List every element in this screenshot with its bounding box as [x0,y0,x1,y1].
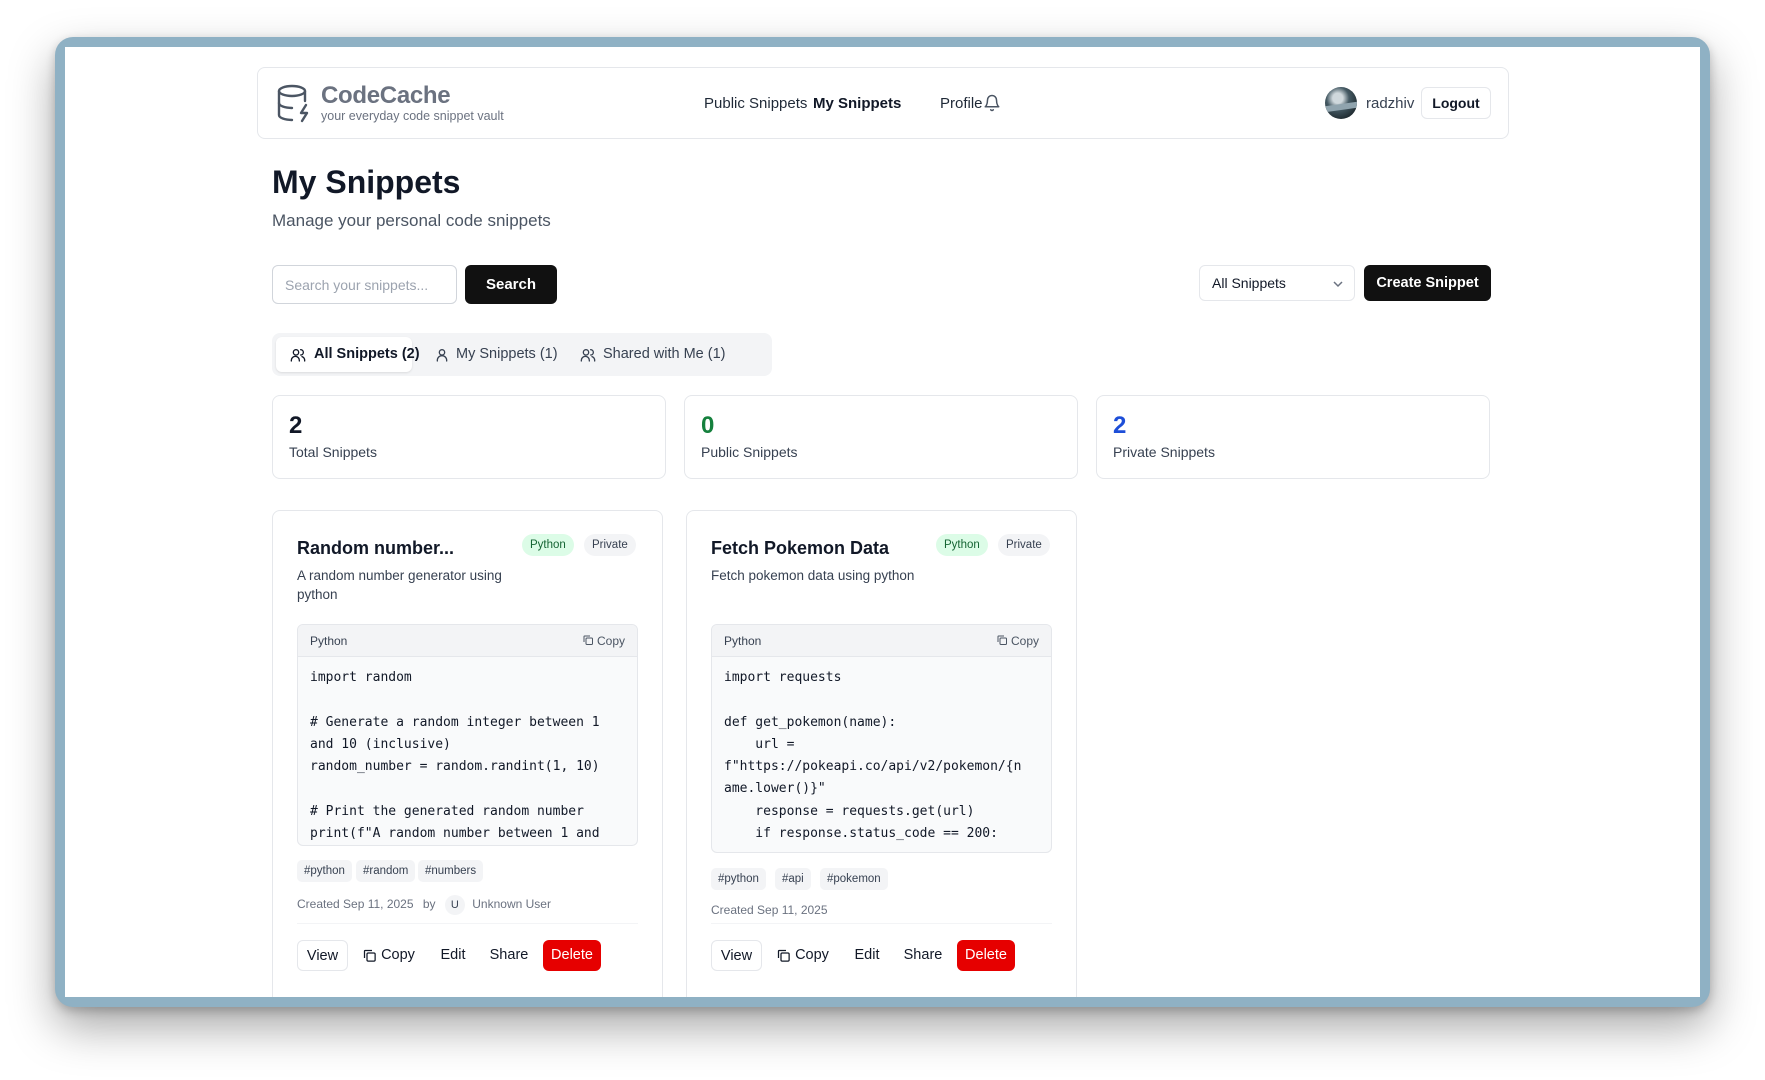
copy-label: Copy [795,947,829,963]
code-header: Python Copy [712,625,1051,657]
author-avatar: U [444,895,465,915]
copy-button[interactable]: Copy [776,940,830,971]
stat-label: Total Snippets [289,444,377,460]
copy-icon [583,635,593,645]
view-button[interactable]: View [711,940,762,971]
code-language-label: Python [724,634,762,648]
code-header: Python Copy [298,625,637,657]
users-icon [290,349,306,362]
top-navbar: CodeCache your everyday code snippet vau… [257,67,1509,139]
tag-chip[interactable]: #numbers [418,860,484,882]
tag-chip[interactable]: #api [775,868,811,890]
stat-label: Public Snippets [701,444,798,460]
code-copy-label: Copy [596,634,625,648]
snippet-description: Fetch pokemon data using python [711,568,915,583]
stat-total-snippets: 2 Total Snippets [272,395,666,479]
snippet-filter-select[interactable]: All Snippets [1199,265,1355,301]
code-text: import requests def get_pokemon(name): u… [724,670,1022,842]
copy-icon [997,635,1007,645]
tab-label: All Snippets (2) [314,346,420,362]
bell-icon[interactable] [983,94,1001,112]
share-button[interactable]: Share [900,940,946,971]
created-date: Created Sep 11, 2025 [297,897,414,911]
snippet-card: Random number... Python Private A random… [272,510,663,997]
logout-button[interactable]: Logout [1421,87,1491,119]
delete-button[interactable]: Delete [543,940,601,971]
browser-viewport: CodeCache your everyday code snippet vau… [65,47,1700,997]
visibility-badge: Private [998,534,1050,556]
stat-label: Private Snippets [1113,444,1215,460]
nav-public-snippets[interactable]: Public Snippets [704,95,807,112]
snippet-card: Fetch Pokemon Data Python Private Fetch … [686,510,1077,997]
tab-label: My Snippets (1) [456,346,558,362]
tab-label: Shared with Me (1) [603,346,726,362]
tab-my-snippets[interactable]: My Snippets (1) [422,337,558,372]
brand-tagline: your everyday code snippet vault [321,109,504,123]
snippet-title[interactable]: Fetch Pokemon Data [711,538,889,559]
code-copy-button[interactable]: Copy [997,634,1039,648]
stat-private-snippets: 2 Private Snippets [1096,395,1490,479]
edit-button[interactable]: Edit [433,940,473,971]
snippet-description: A random number generator using python [297,568,502,602]
tag-chip[interactable]: #python [711,868,766,890]
copy-icon [363,949,376,962]
tab-shared-with-me[interactable]: Shared with Me (1) [568,337,738,372]
user-avatar[interactable] [1325,87,1357,119]
by-label: by [422,897,436,911]
view-button[interactable]: View [297,940,348,971]
stat-value: 2 [1113,412,1127,439]
stat-value: 0 [701,412,715,439]
tag-chip[interactable]: #random [356,860,416,882]
stat-public-snippets: 0 Public Snippets [684,395,1078,479]
delete-button[interactable]: Delete [957,940,1015,971]
chevron-down-icon [1333,281,1343,288]
tag-chip[interactable]: #pokemon [820,868,888,890]
users-icon [580,349,596,362]
copy-button[interactable]: Copy [362,940,416,971]
filter-select-value: All Snippets [1212,275,1286,291]
share-button[interactable]: Share [486,940,532,971]
snippet-meta: Created Sep 11, 2025 [711,903,828,917]
copy-icon [777,949,790,962]
visibility-badge: Private [584,534,636,556]
create-snippet-button[interactable]: Create Snippet [1364,265,1491,301]
copy-label: Copy [381,947,415,963]
search-input[interactable] [272,265,457,304]
language-badge: Python [522,534,574,556]
brand-name[interactable]: CodeCache [321,82,451,110]
snippet-title[interactable]: Random number... [297,538,454,559]
created-date: Created Sep 11, 2025 [711,903,828,917]
user-icon [436,349,448,362]
tab-all-snippets[interactable]: All Snippets (2) [276,337,420,372]
page-subtitle: Manage your personal code snippets [272,211,551,230]
divider [297,923,638,924]
divider [711,923,1052,924]
nav-my-snippets[interactable]: My Snippets [813,95,901,112]
page-title: My Snippets [272,164,461,200]
tag-chip[interactable]: #python [297,860,352,882]
edit-button[interactable]: Edit [847,940,887,971]
stat-value: 2 [289,412,303,439]
username: radzhiv [1366,95,1415,112]
code-text: import random # Generate a random intege… [310,670,600,842]
code-preview: Python Copy import requests def get_poke… [711,624,1052,853]
code-language-label: Python [310,634,348,648]
code-copy-button[interactable]: Copy [583,634,625,648]
search-button[interactable]: Search [465,265,557,304]
author-name: Unknown User [472,897,551,911]
snippet-tabs: All Snippets (2) My Snippets (1) Shared … [272,333,772,376]
code-copy-label: Copy [1010,634,1039,648]
snippet-meta: Created Sep 11, 2025 by U Unknown User [297,895,551,915]
code-preview: Python Copy import random # Generate a r… [297,624,638,846]
language-badge: Python [936,534,988,556]
database-logo-icon [277,84,309,123]
nav-profile[interactable]: Profile [940,95,983,112]
